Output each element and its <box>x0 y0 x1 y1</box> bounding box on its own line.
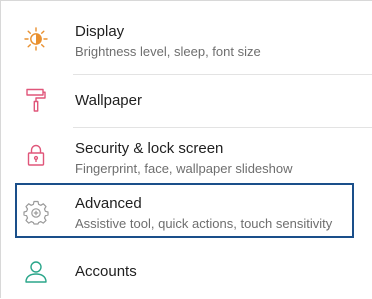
person-icon <box>23 259 49 285</box>
selection-highlight <box>15 183 354 238</box>
settings-item-title: Display <box>75 23 125 40</box>
settings-item-security[interactable]: Security & lock screen Fingerprint, face… <box>1 128 372 182</box>
paint-roller-icon <box>23 87 49 113</box>
settings-item-wallpaper[interactable]: Wallpaper <box>1 75 372 127</box>
settings-item-subtitle: Brightness level, sleep, font size <box>75 44 261 59</box>
settings-item-title: Accounts <box>75 263 137 280</box>
settings-list: Display Brightness level, sleep, font si… <box>0 0 372 298</box>
settings-item-accounts[interactable]: Accounts <box>1 245 372 299</box>
settings-item-display[interactable]: Display Brightness level, sleep, font si… <box>1 1 372 65</box>
lock-icon <box>23 142 49 168</box>
settings-item-title: Security & lock screen <box>75 140 224 157</box>
settings-item-subtitle: Fingerprint, face, wallpaper slideshow <box>75 161 293 176</box>
settings-item-title: Wallpaper <box>75 92 142 109</box>
brightness-icon <box>23 26 49 52</box>
